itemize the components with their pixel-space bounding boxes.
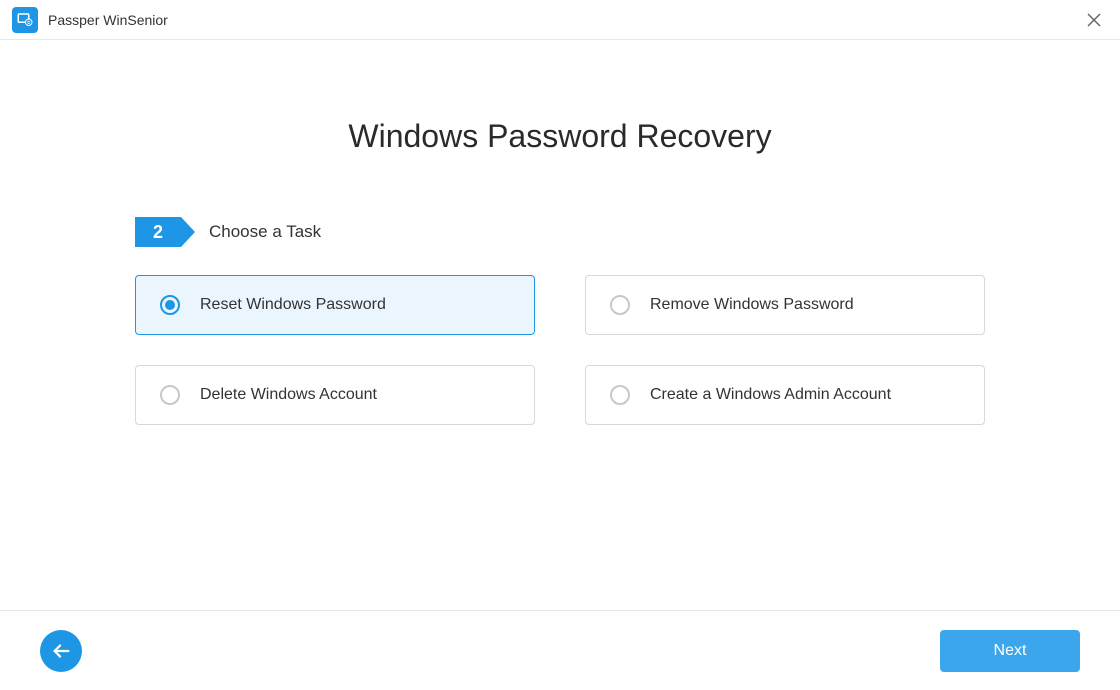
option-label: Create a Windows Admin Account [650,386,891,404]
step-number-badge: 2 [135,217,181,247]
arrow-left-icon [50,640,72,662]
option-reset-password[interactable]: Reset Windows Password [135,275,535,335]
titlebar: Passper WinSenior [0,0,1120,40]
page-title: Windows Password Recovery [0,118,1120,155]
radio-icon [610,385,630,405]
footer: Next [0,610,1120,690]
next-button[interactable]: Next [940,630,1080,672]
step-indicator: 2 Choose a Task [135,217,985,247]
close-button[interactable] [1080,6,1108,34]
step-label: Choose a Task [209,222,321,242]
radio-icon [160,385,180,405]
app-title: Passper WinSenior [48,12,168,28]
option-create-admin-account[interactable]: Create a Windows Admin Account [585,365,985,425]
close-icon [1087,13,1101,27]
titlebar-left: Passper WinSenior [12,7,168,33]
option-delete-account[interactable]: Delete Windows Account [135,365,535,425]
option-label: Reset Windows Password [200,296,386,314]
main-content: Windows Password Recovery 2 Choose a Tas… [0,40,1120,425]
app-icon [12,7,38,33]
task-options-grid: Reset Windows Password Remove Windows Pa… [135,275,985,425]
option-remove-password[interactable]: Remove Windows Password [585,275,985,335]
radio-icon [160,295,180,315]
back-button[interactable] [40,630,82,672]
option-label: Remove Windows Password [650,296,854,314]
option-label: Delete Windows Account [200,386,377,404]
radio-icon [610,295,630,315]
